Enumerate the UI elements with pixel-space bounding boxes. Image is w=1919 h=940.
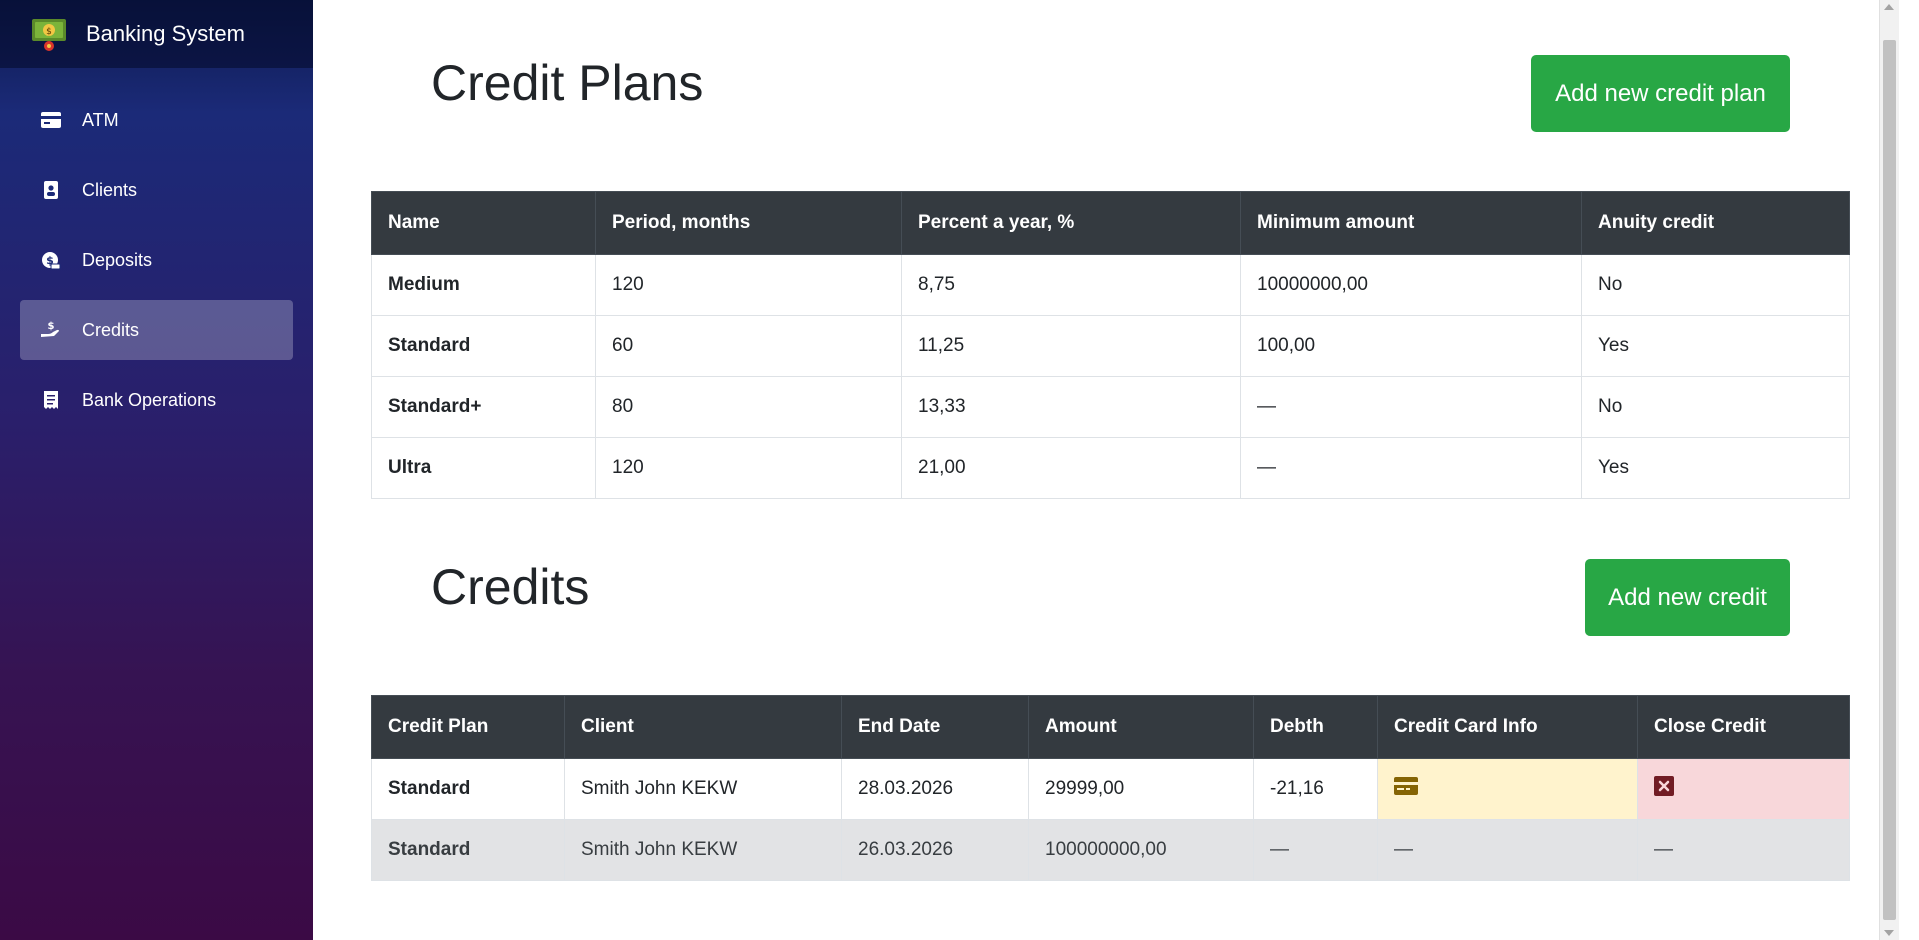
add-credit-button[interactable]: Add new credit <box>1585 559 1790 636</box>
table-cell: 10000000,00 <box>1240 254 1582 316</box>
main-content: Credit Plans Add new credit plan Name Pe… <box>313 0 1899 940</box>
table-cell: 100,00 <box>1240 315 1582 377</box>
sidebar-item-label: Credits <box>82 319 140 340</box>
column-header[interactable]: Credit Card Info <box>1377 695 1638 759</box>
table-cell: — <box>1240 437 1582 499</box>
table-cell: Yes <box>1581 315 1850 377</box>
column-header[interactable]: Close Credit <box>1637 695 1850 759</box>
svg-text:$: $ <box>48 321 55 332</box>
credit-card-icon <box>40 109 62 131</box>
contact-card-icon <box>40 179 62 201</box>
table-cell: 120 <box>595 254 902 316</box>
table-cell: 60 <box>595 315 902 377</box>
table-row[interactable]: Standard+ 80 13,33 — No <box>371 376 1850 438</box>
sidebar: $ Banking System ATM Clients $ Deposits <box>0 0 313 940</box>
column-header[interactable]: Amount <box>1028 695 1254 759</box>
bank-logo-icon: $ <box>30 15 68 53</box>
table-cell: — <box>1240 376 1582 438</box>
sidebar-item-clients[interactable]: Clients <box>20 160 293 220</box>
table-cell: 28.03.2026 <box>841 758 1029 820</box>
table-cell: 26.03.2026 <box>841 819 1029 881</box>
plan-name-cell: Ultra <box>371 437 596 499</box>
close-credit-icon[interactable] <box>1654 776 1674 796</box>
table-cell: No <box>1581 254 1850 316</box>
table-cell: 11,25 <box>901 315 1241 377</box>
table-cell: 100000000,00 <box>1028 819 1254 881</box>
credit-card-info-cell <box>1377 758 1638 820</box>
credits-title: Credits <box>431 559 590 615</box>
credit-plan-cell: Standard <box>371 758 565 820</box>
sidebar-item-label: Bank Operations <box>82 389 217 410</box>
table-cell: 13,33 <box>901 376 1241 438</box>
money-bag-icon: $ <box>40 249 62 271</box>
column-header[interactable]: Anuity credit <box>1581 191 1850 255</box>
table-header-row: Name Period, months Percent a year, % Mi… <box>371 191 1850 255</box>
scroll-up-arrow-icon[interactable] <box>1884 4 1894 10</box>
close-credit-cell <box>1637 758 1850 820</box>
sidebar-item-deposits[interactable]: $ Deposits <box>20 230 293 290</box>
credit-card-icon[interactable] <box>1394 777 1418 795</box>
table-cell: No <box>1581 376 1850 438</box>
column-header[interactable]: Minimum amount <box>1240 191 1582 255</box>
sidebar-item-label: Deposits <box>82 249 153 270</box>
table-cell: 80 <box>595 376 902 438</box>
column-header[interactable]: Percent a year, % <box>901 191 1241 255</box>
sidebar-item-label: Clients <box>82 179 138 200</box>
credits-table: Credit Plan Client End Date Amount Debth… <box>371 695 1850 881</box>
table-cell: Smith John KEKW <box>564 819 842 881</box>
hand-holding-dollar-icon: $ <box>40 319 62 341</box>
brand[interactable]: $ Banking System <box>0 0 313 68</box>
sidebar-item-label: ATM <box>82 109 119 130</box>
plan-name-cell: Standard <box>371 315 596 377</box>
table-cell: — <box>1377 819 1638 881</box>
sidebar-item-credits[interactable]: $ Credits <box>20 300 293 360</box>
table-row[interactable]: Ultra 120 21,00 — Yes <box>371 437 1850 499</box>
table-cell: 8,75 <box>901 254 1241 316</box>
column-header[interactable]: Client <box>564 695 842 759</box>
scrollbar-thumb[interactable] <box>1883 40 1896 920</box>
table-cell: -21,16 <box>1253 758 1378 820</box>
plan-name-cell: Standard+ <box>371 376 596 438</box>
receipt-icon <box>40 389 62 411</box>
app-title: Banking System <box>86 21 245 46</box>
sidebar-nav: ATM Clients $ Deposits $ Credits Bank Op… <box>0 68 313 430</box>
table-cell: Smith John KEKW <box>564 758 842 820</box>
table-row[interactable]: Medium 120 8,75 10000000,00 No <box>371 254 1850 316</box>
sidebar-item-bank-operations[interactable]: Bank Operations <box>20 370 293 430</box>
sidebar-item-atm[interactable]: ATM <box>20 90 293 150</box>
column-header[interactable]: Period, months <box>595 191 902 255</box>
table-cell: 21,00 <box>901 437 1241 499</box>
credit-plan-cell: Standard <box>371 819 565 881</box>
add-credit-plan-button[interactable]: Add new credit plan <box>1531 55 1790 132</box>
table-cell: — <box>1253 819 1378 881</box>
vertical-scrollbar[interactable] <box>1879 0 1899 940</box>
scroll-down-arrow-icon[interactable] <box>1884 930 1894 936</box>
credit-plans-title: Credit Plans <box>431 55 704 111</box>
table-row[interactable]: Standard Smith John KEKW 28.03.2026 2999… <box>371 758 1850 820</box>
svg-text:$: $ <box>46 27 52 37</box>
table-cell: Yes <box>1581 437 1850 499</box>
credit-plans-table: Name Period, months Percent a year, % Mi… <box>371 191 1850 499</box>
table-header-row: Credit Plan Client End Date Amount Debth… <box>371 695 1850 759</box>
table-row[interactable]: Standard Smith John KEKW 26.03.2026 1000… <box>371 819 1850 881</box>
column-header[interactable]: Debth <box>1253 695 1378 759</box>
table-cell: — <box>1637 819 1850 881</box>
table-row[interactable]: Standard 60 11,25 100,00 Yes <box>371 315 1850 377</box>
table-cell: 120 <box>595 437 902 499</box>
table-cell: 29999,00 <box>1028 758 1254 820</box>
plan-name-cell: Medium <box>371 254 596 316</box>
column-header[interactable]: End Date <box>841 695 1029 759</box>
column-header[interactable]: Name <box>371 191 596 255</box>
column-header[interactable]: Credit Plan <box>371 695 565 759</box>
